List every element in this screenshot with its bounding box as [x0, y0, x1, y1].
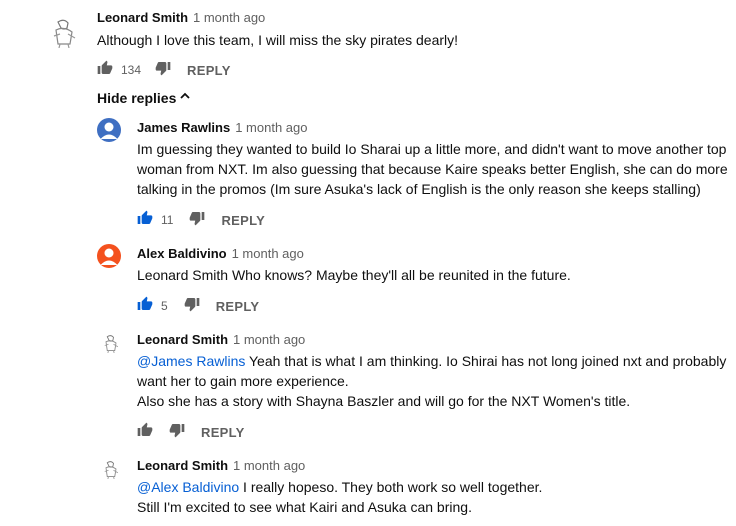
hide-replies-toggle[interactable]: Hide replies — [97, 89, 191, 107]
hide-replies-label: Hide replies — [97, 90, 177, 106]
reply-avatar[interactable] — [97, 244, 121, 268]
reply-author[interactable]: Alex Baldivino — [137, 246, 227, 261]
reply-text-line: @Alex Baldivino I really hopeso. They bo… — [137, 477, 542, 497]
dislike-icon[interactable] — [189, 210, 205, 231]
reply-text-span: Yeah that is what I am thinking. Io Shir… — [245, 353, 727, 369]
like-icon[interactable] — [137, 210, 153, 231]
dislike-icon[interactable] — [155, 60, 171, 81]
reply-button[interactable]: REPLY — [187, 63, 231, 78]
reply-text-line: Also she has a story with Shayna Baszler… — [137, 393, 631, 409]
comment-author[interactable]: Leonard Smith — [97, 10, 188, 25]
like-icon[interactable] — [137, 296, 153, 317]
reply-text: @James Rawlins Yeah that is what I am th… — [137, 351, 726, 411]
reply-time[interactable]: 1 month ago — [232, 246, 304, 261]
mention-link[interactable]: @Alex Baldivino — [137, 479, 239, 495]
user-silhouette-icon — [100, 248, 118, 265]
reply-text-span: I really hopeso. They both work so well … — [239, 479, 543, 495]
sketch-avatar-icon — [104, 335, 119, 354]
reply-text: @Alex Baldivino I really hopeso. They bo… — [137, 477, 542, 517]
reply-toolbar: 5 REPLY — [137, 296, 260, 317]
reply-time[interactable]: 1 month ago — [235, 120, 307, 135]
reply-header: James Rawlins 1 month ago — [137, 119, 308, 137]
dislike-icon[interactable] — [184, 296, 200, 317]
comment-toolbar: 134 REPLY — [97, 60, 231, 81]
reply-header: Leonard Smith 1 month ago — [137, 457, 305, 475]
reply-time[interactable]: 1 month ago — [233, 458, 305, 473]
reply-author[interactable]: James Rawlins — [137, 120, 230, 135]
like-icon[interactable] — [97, 60, 113, 81]
reply-button[interactable]: REPLY — [201, 425, 245, 440]
sketch-avatar-icon — [104, 461, 119, 480]
reply-text-line: Im guessing they wanted to build Io Shar… — [137, 141, 727, 157]
reply-text-line: @James Rawlins Yeah that is what I am th… — [137, 351, 726, 371]
chevron-up-icon — [179, 89, 191, 107]
mention-link[interactable]: @James Rawlins — [137, 353, 245, 369]
reply-time[interactable]: 1 month ago — [233, 332, 305, 347]
reply-avatar[interactable] — [101, 333, 121, 354]
reply-button[interactable]: REPLY — [221, 213, 265, 228]
comment-text: Although I love this team, I will miss t… — [97, 32, 459, 48]
comment-avatar[interactable] — [48, 16, 80, 49]
reply-header: Alex Baldivino 1 month ago — [137, 245, 304, 263]
reply-text-line: Still I'm excited to see what Kairi and … — [137, 499, 472, 515]
reply-toolbar: 11 REPLY — [137, 210, 265, 231]
reply-header: Leonard Smith 1 month ago — [137, 331, 305, 349]
reply-text-line: talking in the promos (Im sure Asuka's l… — [137, 181, 701, 197]
reply-author[interactable]: Leonard Smith — [137, 458, 228, 473]
reply-text: Im guessing they wanted to build Io Shar… — [137, 139, 728, 199]
sketch-avatar-icon — [48, 16, 80, 49]
reply-text-line: woman from NXT. Im also guessing that be… — [137, 161, 728, 177]
dislike-icon[interactable] — [169, 422, 185, 443]
comment-header: Leonard Smith 1 month ago — [97, 9, 265, 27]
like-count: 11 — [161, 213, 174, 227]
user-silhouette-icon — [100, 122, 118, 139]
like-count: 134 — [121, 63, 142, 77]
like-count: 5 — [161, 299, 168, 313]
reply-text-line: want her to gain more experience. — [137, 373, 349, 389]
reply-text: Leonard Smith Who knows? Maybe they'll a… — [137, 267, 571, 283]
reply-author[interactable]: Leonard Smith — [137, 332, 228, 347]
comment-time[interactable]: 1 month ago — [193, 10, 265, 25]
reply-toolbar: REPLY — [137, 422, 245, 443]
like-icon[interactable] — [137, 422, 153, 443]
reply-button[interactable]: REPLY — [216, 299, 260, 314]
reply-avatar[interactable] — [97, 118, 121, 142]
reply-avatar[interactable] — [101, 459, 121, 480]
